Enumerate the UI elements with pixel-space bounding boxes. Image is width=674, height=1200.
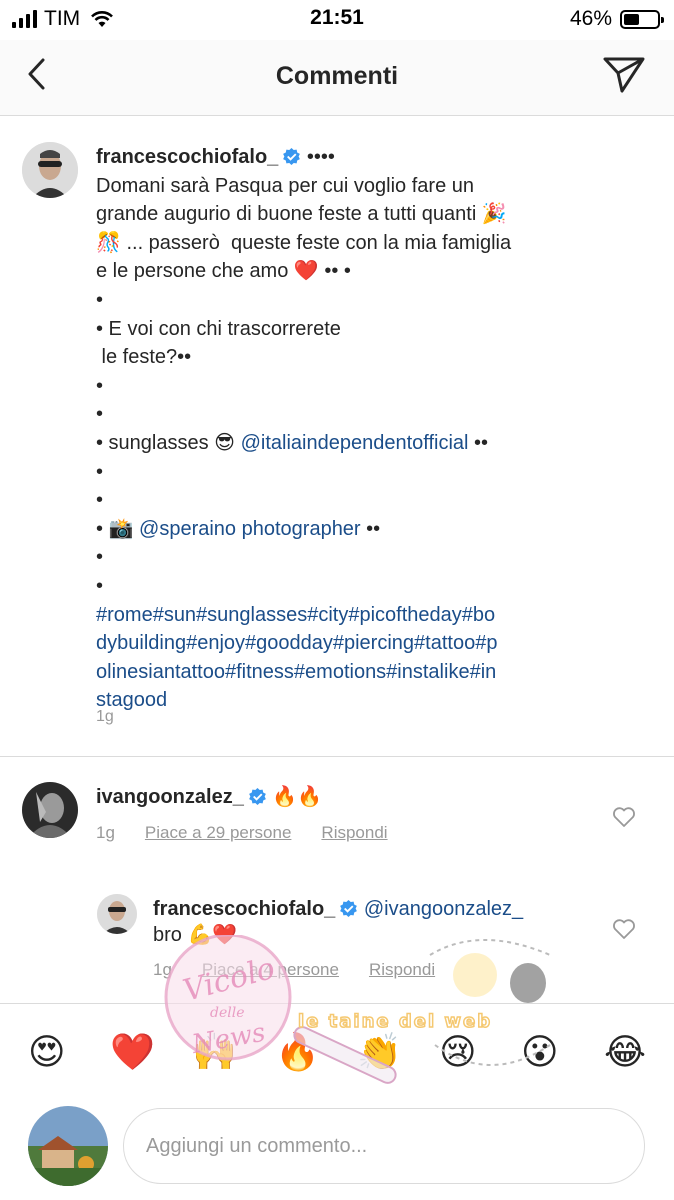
emoji-quick-bar: 😍 ❤️ 🙌 🔥 👏 😢 😮 😂 — [0, 1003, 674, 1099]
comment-meta: 1g Piace a 29 persone Rispondi — [96, 823, 388, 843]
caption-line: grande augurio di buone feste a tutti qu… — [96, 203, 507, 226]
comment-text: 🔥🔥 — [266, 786, 323, 808]
verified-badge-icon — [248, 787, 266, 806]
comment-username[interactable]: ivangoonzalez_ — [96, 786, 244, 808]
caption-line: le feste?•• — [96, 346, 192, 369]
caption-line: • — [96, 574, 104, 597]
reply-button[interactable]: Rispondi — [321, 823, 387, 843]
my-avatar — [28, 1106, 108, 1186]
caption-line: 🎊 ... passerò queste feste con la mia fa… — [96, 231, 512, 254]
caption-dots: •••• — [301, 146, 335, 168]
nav-bar: Commenti — [0, 40, 674, 116]
emoji-fire[interactable]: 🔥 — [275, 1032, 320, 1072]
comment-input[interactable] — [123, 1108, 645, 1184]
comment-timestamp: 1g — [153, 960, 172, 979]
hashtag-line[interactable]: dybuilding#enjoy#goodday#piercing#tattoo… — [96, 629, 582, 658]
caption-line: • — [96, 288, 104, 311]
mention-link[interactable]: @ivangoonzalez_ — [364, 898, 523, 920]
paper-plane-icon[interactable] — [602, 54, 646, 94]
mention-link[interactable]: @speraino photographer — [139, 518, 361, 540]
avatar[interactable] — [97, 894, 137, 934]
battery-icon — [620, 9, 664, 29]
caption-line: • — [96, 460, 104, 483]
hashtag-line[interactable]: #rome#sun#sunglasses#city#picoftheday#bo — [96, 601, 582, 630]
emoji-laughing[interactable]: 😂 — [604, 1032, 646, 1072]
mention-link[interactable]: @italiaindependentofficial — [241, 432, 469, 454]
emoji-crying[interactable]: 😢 — [439, 1032, 477, 1072]
hashtag-line[interactable]: stagood — [96, 686, 582, 715]
caption-line: • sunglasses 😎 — [96, 431, 241, 454]
caption-line: • — [96, 489, 104, 512]
reply-button[interactable]: Rispondi — [369, 960, 435, 980]
caption-text: francescochiofalo_ •••• Domani sarà Pasq… — [96, 143, 582, 715]
caption-line: • — [96, 374, 104, 397]
status-right: 46% — [569, 7, 664, 31]
status-bar: TIM 21:51 46% — [0, 0, 674, 40]
emoji-clapping[interactable]: 👏 — [357, 1032, 402, 1072]
emoji-red-heart[interactable]: ❤️ — [110, 1032, 155, 1072]
heart-outline-icon[interactable] — [612, 918, 636, 940]
caption-username[interactable]: francescochiofalo_ — [96, 146, 278, 168]
heart-outline-icon[interactable] — [612, 806, 636, 828]
emoji-raised-hands[interactable]: 🙌 — [192, 1032, 237, 1072]
caption-line: e le persone che amo ❤️ •• • — [96, 260, 351, 283]
battery-percent: 46% — [569, 7, 612, 30]
caption-timestamp: 1g — [96, 708, 114, 725]
comment-username[interactable]: francescochiofalo_ — [153, 898, 335, 920]
likes-link[interactable]: Piace a 29 persone — [145, 823, 292, 843]
page-title: Commenti — [275, 62, 399, 90]
comment-text: bro 💪❤️ — [153, 924, 238, 946]
comment-meta: 1g Piace a 4 persone Rispondi — [153, 960, 435, 980]
caption-line: • 📸 — [96, 517, 140, 540]
avatar[interactable] — [22, 142, 78, 198]
caption-line: • — [96, 403, 104, 426]
comment-header: ivangoonzalez_ 🔥🔥 — [96, 784, 322, 809]
reply-comment: francescochiofalo_ @ivangoonzalez_ bro 💪… — [153, 896, 593, 948]
verified-badge-icon — [283, 147, 301, 166]
hashtag-line[interactable]: olinesiantattoo#fitness#emotions#instali… — [96, 658, 582, 687]
caption-dots: •• — [468, 431, 489, 454]
likes-link[interactable]: Piace a 4 persone — [202, 960, 339, 980]
comment-timestamp: 1g — [96, 823, 115, 842]
verified-badge-icon — [340, 899, 358, 918]
avatar[interactable] — [22, 782, 78, 838]
caption-dots: •• — [360, 517, 381, 540]
emoji-heart-eyes[interactable]: 😍 — [28, 1032, 66, 1072]
caption-line: • — [96, 546, 104, 569]
emoji-surprised[interactable]: 😮 — [521, 1032, 559, 1072]
caption-line: Domani sarà Pasqua per cui voglio fare u… — [96, 174, 474, 197]
caption-line: • E voi con chi trascorrerete — [96, 317, 341, 340]
